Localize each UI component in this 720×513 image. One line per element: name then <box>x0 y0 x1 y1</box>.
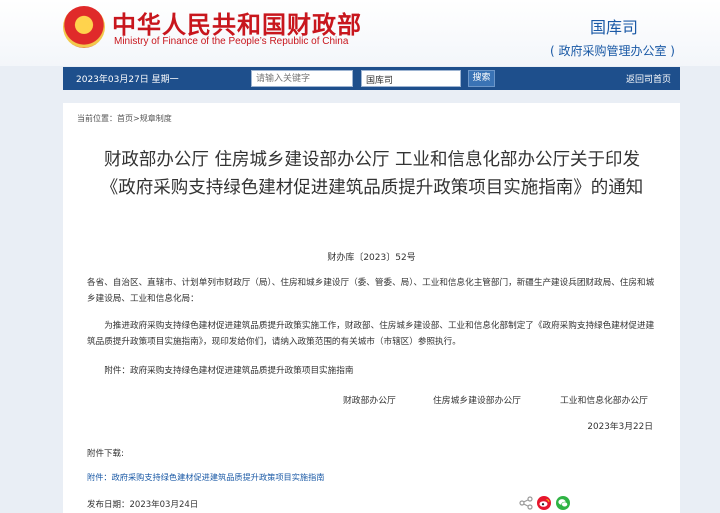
department-name: 国库司 <box>589 18 638 37</box>
article-title: 财政部办公厅 住房城乡建设部办公厅 工业和信息化部办公厅关于印发《政府采购支持绿… <box>100 150 644 198</box>
breadcrumb-section[interactable]: 规章制度 <box>140 114 172 123</box>
ministry-name-en: Ministry of Finance of the People’s Repu… <box>114 36 349 47</box>
attachment-download-link[interactable]: 附件：政府采购支持绿色建材促进建筑品质提升政策项目实施指南 <box>87 471 324 483</box>
nav-bar: 2023年03月27日 星期一 国库司 搜索 返回司首页 <box>63 67 680 90</box>
wechat-icon[interactable] <box>556 496 570 510</box>
share-icon[interactable] <box>519 496 533 510</box>
search-scope-select[interactable]: 国库司 <box>361 70 461 87</box>
signer-2: 住房城乡建设部办公厅 <box>433 396 521 406</box>
site-header: ★ 中华人民共和国财政部 Ministry of Finance of the … <box>0 0 720 66</box>
recipients-paragraph: 各省、自治区、直辖市、计划单列市财政厅（局）、住房和城乡建设厅（委、管委、局）、… <box>87 278 655 304</box>
article-panel: 当前位置：首页>规章制度 财政部办公厅 住房城乡建设部办公厅 工业和信息化部办公… <box>63 103 680 513</box>
attachment-note: 附件：政府采购支持绿色建材促进建筑品质提升政策项目实施指南 <box>104 366 354 376</box>
department-subtitle: ( 政府采购管理办公室 ) <box>550 44 675 58</box>
search-input[interactable] <box>251 70 353 87</box>
breadcrumb: 当前位置：首页>规章制度 <box>77 113 172 124</box>
current-date: 2023年03月27日 星期一 <box>76 75 179 85</box>
ministry-name-cn: 中华人民共和国财政部 <box>112 11 362 39</box>
signer-1: 财政部办公厅 <box>343 396 396 406</box>
document-number: 财办库〔2023〕52号 <box>327 253 416 263</box>
breadcrumb-home[interactable]: 首页 <box>117 114 133 123</box>
body-paragraph: 为推进政府采购支持绿色建材促进建筑品质提升政策实施工作，财政部、住房城乡建设部、… <box>87 321 655 347</box>
breadcrumb-prefix: 当前位置： <box>77 114 117 123</box>
back-to-department-home-link[interactable]: 返回司首页 <box>626 72 671 85</box>
breadcrumb-separator: > <box>133 114 140 123</box>
search-button[interactable]: 搜索 <box>468 70 495 87</box>
publish-date: 发布日期：2023年03月24日 <box>87 500 199 510</box>
download-label: 附件下载: <box>87 449 124 459</box>
weibo-icon[interactable] <box>537 496 551 510</box>
sign-date: 2023年3月22日 <box>587 422 653 432</box>
signer-3: 工业和信息化部办公厅 <box>560 396 648 406</box>
national-emblem-icon: ★ <box>63 6 105 48</box>
